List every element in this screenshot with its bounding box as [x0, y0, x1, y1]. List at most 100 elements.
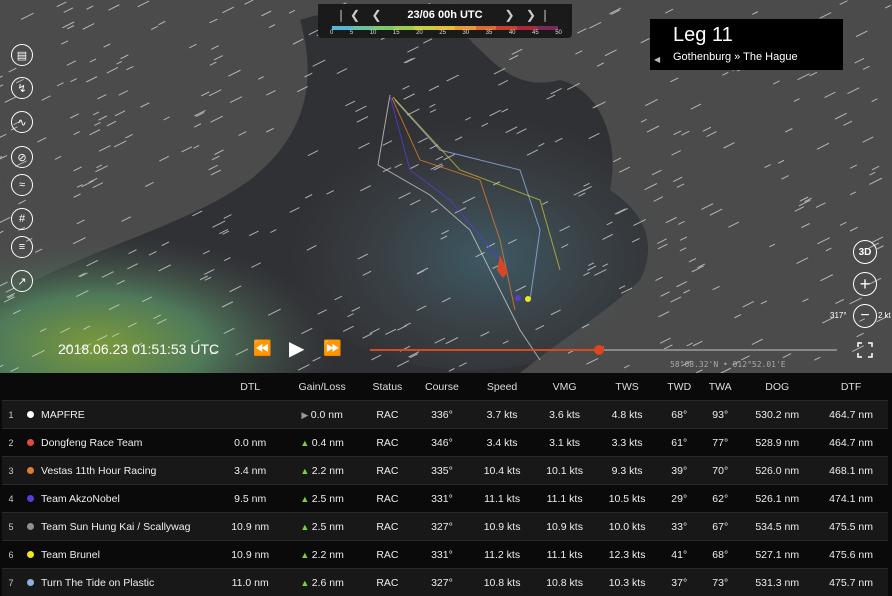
playback-timeline[interactable] — [370, 349, 837, 351]
zoom-in-button[interactable]: + — [853, 272, 877, 296]
team-name-cell: Team Brunel — [40, 541, 218, 569]
timeline-handle[interactable] — [594, 345, 604, 355]
zoom-out-button[interactable]: − — [853, 304, 877, 328]
course-cell: 346° — [413, 429, 471, 457]
wind-scale-label: 30 — [462, 30, 469, 36]
gain-loss-cell: ▶ 0.0 nm — [282, 401, 361, 429]
table-row[interactable]: 7Turn The Tide on Plastic11.0 nm▲ 2.6 nm… — [2, 569, 888, 596]
twa-cell: 73° — [700, 569, 740, 596]
boat-marker-brunel[interactable] — [525, 296, 531, 302]
map-book-icon[interactable]: ▤ — [11, 44, 33, 66]
gain-value: 0.4 nm — [312, 437, 344, 449]
speed-cell: 10.4 kts — [471, 457, 534, 485]
twa-cell: 93° — [700, 401, 740, 429]
column-header[interactable]: DOG — [740, 374, 814, 401]
fullscreen-icon[interactable] — [857, 342, 873, 358]
column-header[interactable]: DTL — [218, 374, 282, 401]
chevron-left-icon[interactable]: ◀ — [654, 55, 660, 64]
team-color-dot — [27, 439, 34, 446]
tws-cell: 10.5 kts — [596, 485, 659, 513]
column-header[interactable]: Course — [413, 374, 471, 401]
column-header[interactable]: TWS — [596, 374, 659, 401]
dtf-cell: 475.7 nm — [814, 569, 888, 596]
team-color-cell — [20, 541, 40, 569]
dtl-cell — [218, 401, 282, 429]
twd-cell: 37° — [658, 569, 700, 596]
gain-up-icon: ▲ — [300, 466, 311, 476]
team-color-cell — [20, 401, 40, 429]
column-header[interactable]: VMG — [533, 374, 596, 401]
team-color-dot — [27, 523, 34, 530]
twa-cell: 68° — [700, 541, 740, 569]
chart-icon[interactable]: ↗ — [11, 270, 33, 292]
gain-value: 2.6 nm — [312, 577, 344, 589]
table-row[interactable]: 2Dongfeng Race Team0.0 nm▲ 0.4 nmRAC346°… — [2, 429, 888, 457]
team-color-dot — [27, 551, 34, 558]
dtf-cell: 464.7 nm — [814, 401, 888, 429]
rewind-button[interactable]: ⏪ — [253, 339, 272, 357]
wind-scale-labels: 05101520253035404550 — [330, 30, 562, 36]
column-header[interactable]: Gain/Loss — [282, 374, 361, 401]
route-icon[interactable]: ↯ — [11, 77, 33, 99]
dtl-cell: 10.9 nm — [218, 541, 282, 569]
column-header[interactable]: Status — [362, 374, 413, 401]
time-forward-buttons[interactable]: ❯ ❯❘ — [505, 8, 555, 22]
layers-icon[interactable]: ≡ — [11, 236, 33, 258]
gain-loss-cell: ▲ 0.4 nm — [282, 429, 361, 457]
twd-cell: 68° — [658, 401, 700, 429]
gain-value: 2.2 nm — [312, 465, 344, 477]
current-icon[interactable]: ≈ — [11, 174, 33, 196]
playback-timestamp: 2018.06.23 01:51:53 UTC — [58, 341, 219, 357]
wind-scale-label: 40 — [509, 30, 516, 36]
status-cell: RAC — [362, 569, 413, 596]
dog-cell: 531.3 nm — [740, 569, 814, 596]
race-map[interactable]: ❘❮ ❮ 23/06 00h UTC ❯ ❯❘ 0510152025303540… — [0, 0, 892, 373]
column-header[interactable]: Speed — [471, 374, 534, 401]
team-name-cell: Team Sun Hung Kai / Scallywag — [40, 513, 218, 541]
vmg-cell: 3.6 kts — [533, 401, 596, 429]
rank-cell: 6 — [2, 541, 20, 569]
twd-cell: 29° — [658, 485, 700, 513]
table-row[interactable]: 6Team Brunel10.9 nm▲ 2.2 nmRAC331°11.2 k… — [2, 541, 888, 569]
timeline-progress — [370, 349, 599, 351]
team-name-cell: Vestas 11th Hour Racing — [40, 457, 218, 485]
dtl-cell: 11.0 nm — [218, 569, 282, 596]
wind-icon[interactable]: ∿ — [11, 111, 33, 133]
play-button[interactable]: ▶ — [289, 336, 304, 361]
tws-cell: 12.3 kts — [596, 541, 659, 569]
status-cell: RAC — [362, 513, 413, 541]
column-header[interactable]: TWD — [658, 374, 700, 401]
tws-cell: 10.0 kts — [596, 513, 659, 541]
leg-route: Gothenburg » The Hague — [673, 51, 798, 63]
course-cell: 336° — [413, 401, 471, 429]
gain-value: 2.5 nm — [312, 493, 344, 505]
column-header — [40, 374, 218, 401]
column-header[interactable]: DTF — [814, 374, 888, 401]
team-color-dot — [27, 411, 34, 418]
table-row[interactable]: 4Team AkzoNobel9.5 nm▲ 2.5 nmRAC331°11.1… — [2, 485, 888, 513]
dog-cell: 526.0 nm — [740, 457, 814, 485]
no-wind-icon[interactable]: ⊘ — [11, 146, 33, 168]
gain-neutral-icon: ▶ — [301, 410, 310, 420]
grid-icon[interactable]: # — [11, 208, 33, 230]
course-cell: 331° — [413, 541, 471, 569]
course-cell: 327° — [413, 569, 471, 596]
vmg-cell: 11.1 kts — [533, 485, 596, 513]
wind-scale-label: 20 — [416, 30, 423, 36]
view-3d-button[interactable]: 3D — [853, 240, 877, 264]
speed-cell: 11.1 kts — [471, 485, 534, 513]
boat-marker-akzonobel[interactable] — [515, 295, 521, 301]
column-header[interactable]: TWA — [700, 374, 740, 401]
dtf-cell: 468.1 nm — [814, 457, 888, 485]
wind-scale-readout: 2 kt — [878, 311, 891, 320]
course-cell: 335° — [413, 457, 471, 485]
fast-forward-button[interactable]: ⏩ — [323, 339, 342, 357]
table-row[interactable]: 3Vestas 11th Hour Racing3.4 nm▲ 2.2 nmRA… — [2, 457, 888, 485]
team-name-cell: Dongfeng Race Team — [40, 429, 218, 457]
status-cell: RAC — [362, 485, 413, 513]
table-row[interactable]: 5Team Sun Hung Kai / Scallywag10.9 nm▲ 2… — [2, 513, 888, 541]
team-color-cell — [20, 457, 40, 485]
dtl-cell: 10.9 nm — [218, 513, 282, 541]
course-cell: 331° — [413, 485, 471, 513]
table-row[interactable]: 1MAPFRE▶ 0.0 nmRAC336°3.7 kts3.6 kts4.8 … — [2, 401, 888, 429]
